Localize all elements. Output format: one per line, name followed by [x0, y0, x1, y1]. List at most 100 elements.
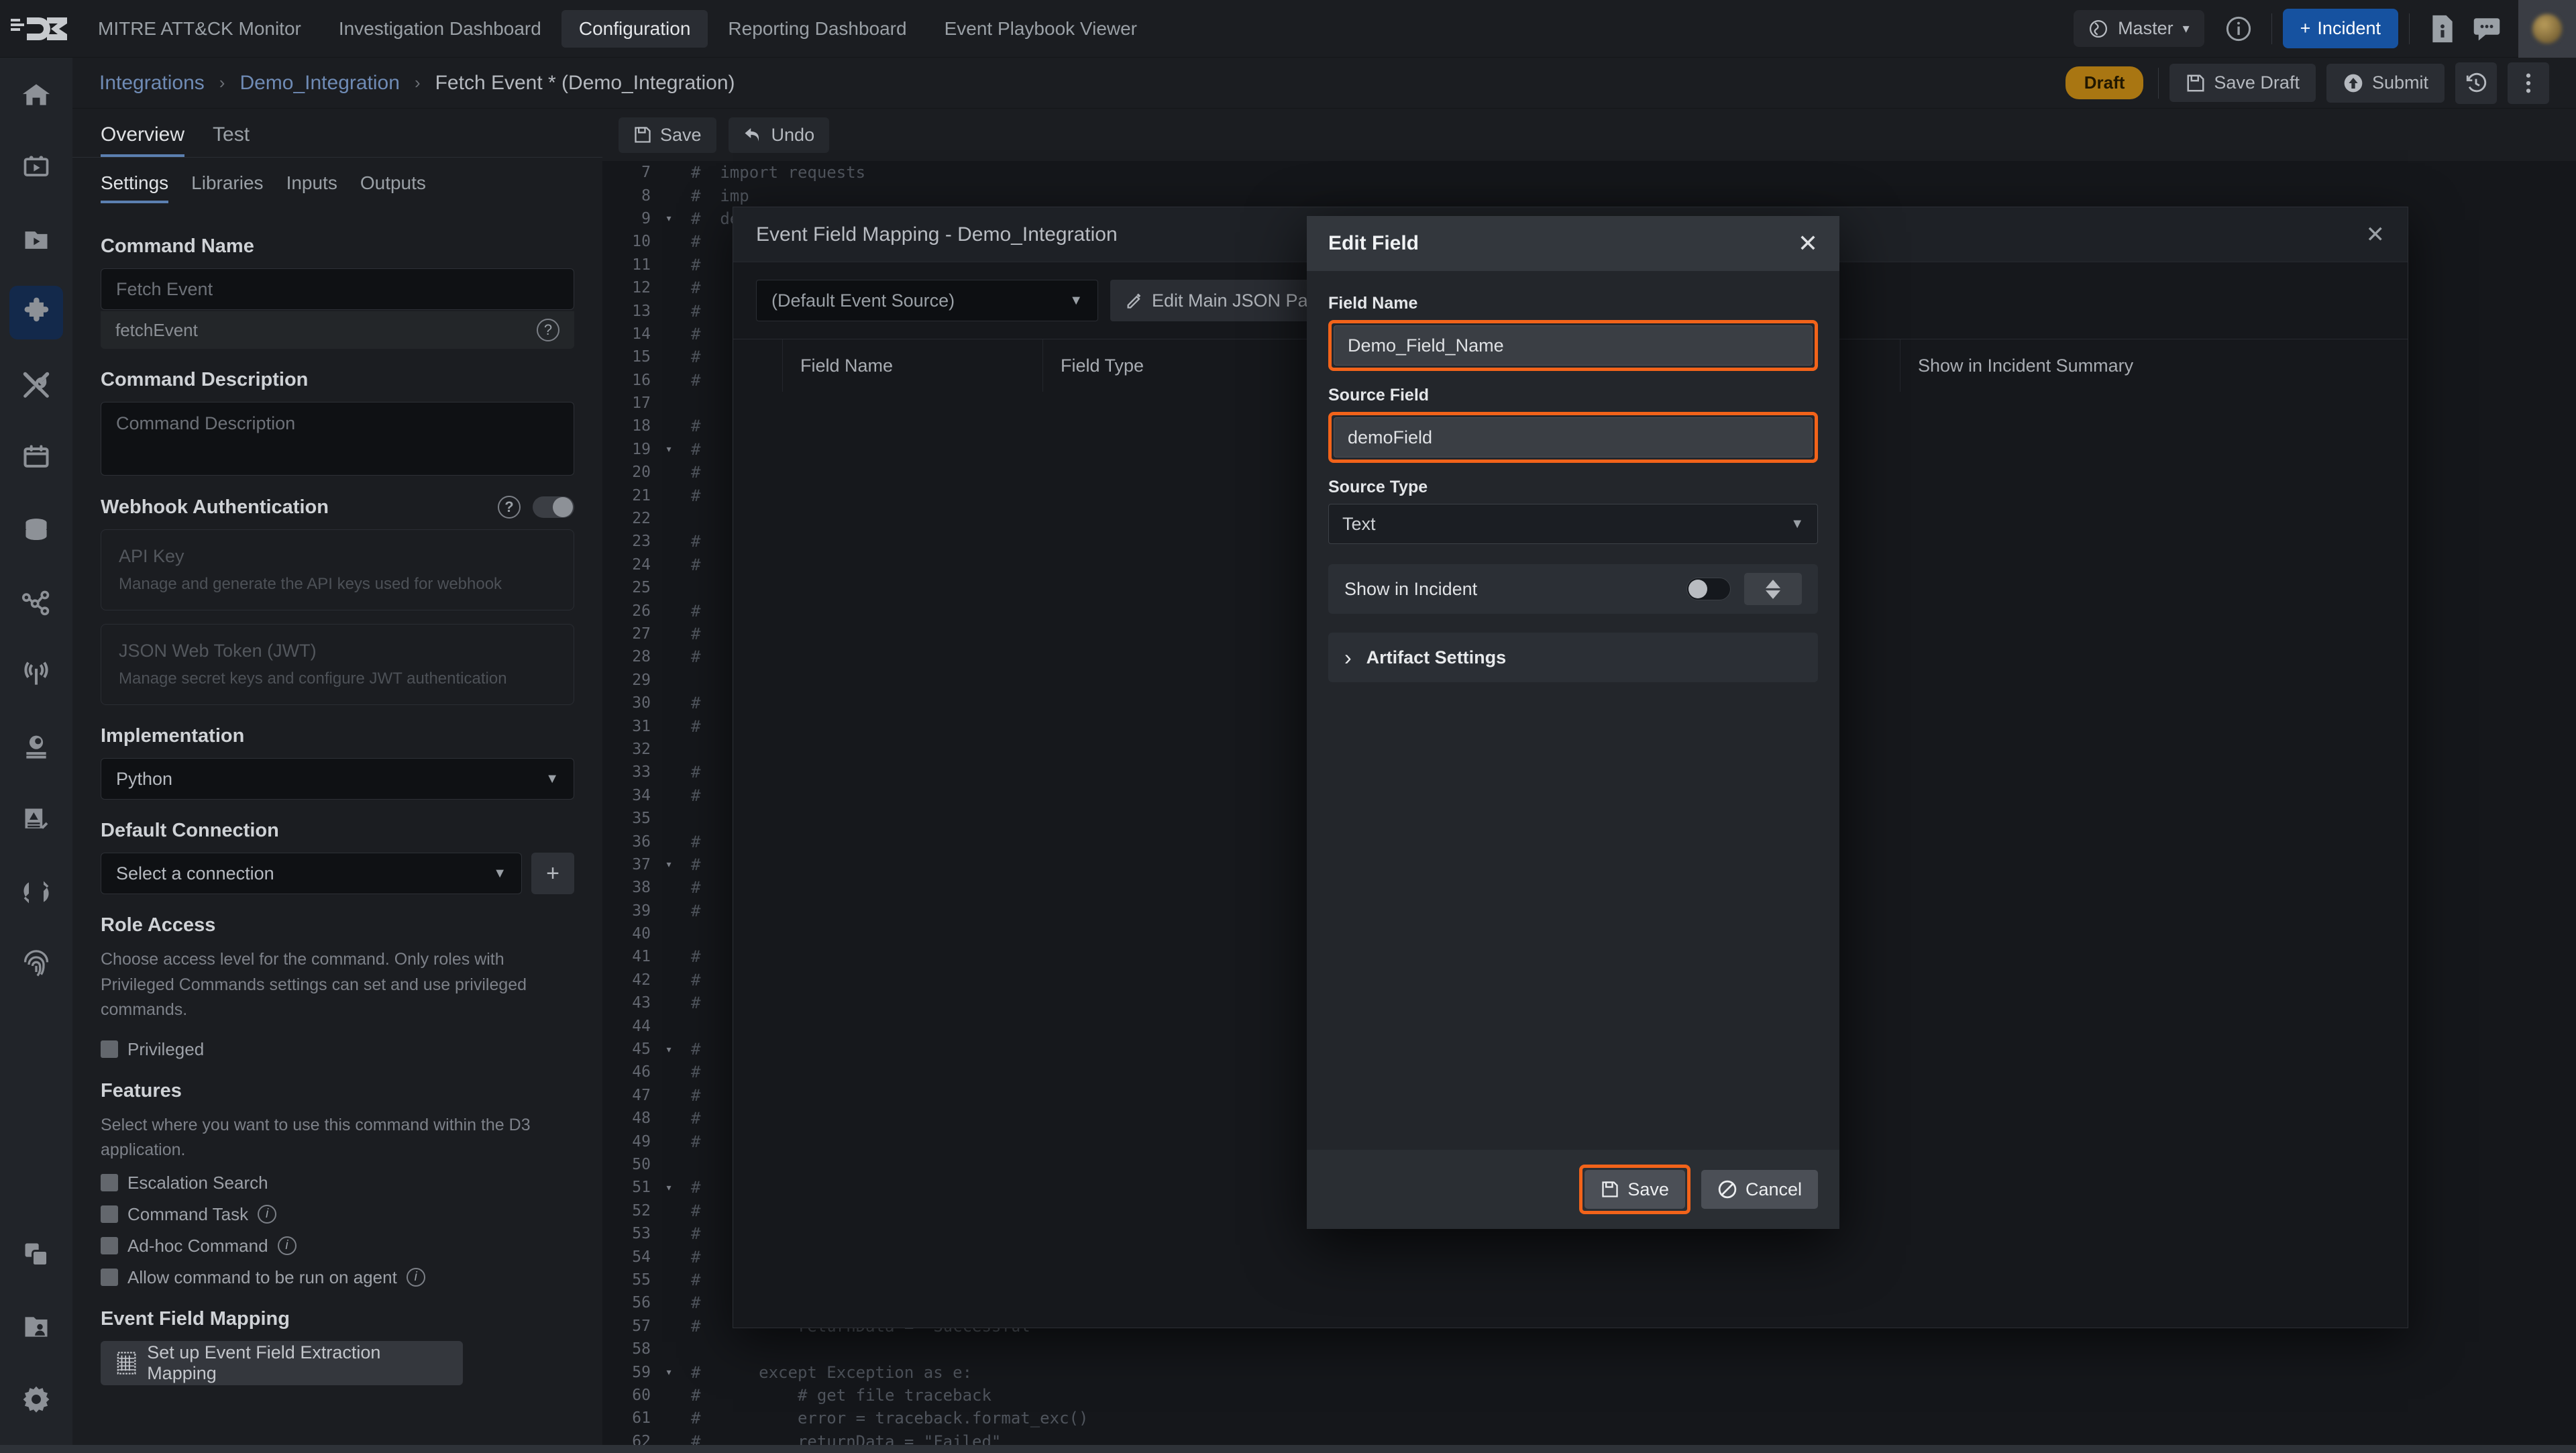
user-folder-icon[interactable]	[9, 1300, 63, 1354]
code-line[interactable]: 58	[602, 1338, 2576, 1360]
breadcrumb-demo-integration[interactable]: Demo_Integration	[239, 72, 399, 95]
info-icon[interactable]: i	[407, 1268, 425, 1287]
tab-overview[interactable]: Overview	[101, 123, 184, 157]
setup-event-field-extraction-mapping-button[interactable]: Set up Event Field Extraction Mapping	[101, 1341, 463, 1385]
show-in-incident-toggle[interactable]	[1686, 578, 1731, 600]
save-draft-button[interactable]: Save Draft	[2169, 64, 2316, 102]
playbook-icon[interactable]	[9, 141, 63, 195]
gear-icon[interactable]	[9, 1373, 63, 1426]
tab-libraries[interactable]: Libraries	[191, 172, 263, 203]
privileged-checkbox[interactable]	[101, 1040, 118, 1058]
tab-test[interactable]: Test	[213, 123, 250, 157]
share-nodes-icon[interactable]	[9, 576, 63, 629]
fold-toggle-icon[interactable]: ▾	[660, 1181, 678, 1195]
d3-logo-icon[interactable]	[0, 16, 80, 42]
nav-investigation-dashboard[interactable]: Investigation Dashboard	[321, 10, 559, 48]
command-task-checkbox[interactable]	[101, 1205, 118, 1223]
tools-icon[interactable]	[9, 358, 63, 412]
command-name-input[interactable]: Fetch Event	[101, 268, 574, 310]
code-line[interactable]: 61# error = traceback.format_exc()	[602, 1407, 2576, 1430]
help-icon[interactable]: ?	[537, 319, 559, 341]
table-col-field-name[interactable]: Field Name	[783, 339, 1043, 392]
editor-save-button[interactable]: Save	[619, 117, 716, 153]
info-icon[interactable]: i	[258, 1205, 276, 1224]
fold-toggle-icon[interactable]: ▾	[660, 211, 678, 225]
add-connection-button[interactable]: +	[531, 853, 574, 894]
close-icon[interactable]: ✕	[1798, 231, 1818, 256]
fold-toggle-icon[interactable]: ▾	[660, 1365, 678, 1379]
tab-inputs[interactable]: Inputs	[286, 172, 337, 203]
fold-toggle-icon[interactable]: ▾	[660, 442, 678, 456]
adhoc-command-checkbox[interactable]	[101, 1237, 118, 1254]
code-text: #	[678, 417, 700, 435]
avatar[interactable]	[2518, 0, 2576, 58]
edit-main-json-path-button[interactable]: Edit Main JSON Path	[1110, 280, 1338, 321]
source-type-select[interactable]: Text ▼	[1328, 504, 1818, 544]
implementation-select[interactable]: Python ▼	[101, 758, 574, 800]
database-icon[interactable]	[9, 503, 63, 557]
feature-command-task-row[interactable]: Command Task i	[101, 1204, 574, 1225]
breadcrumb-integrations[interactable]: Integrations	[99, 72, 205, 95]
nav-mitre-attack-monitor[interactable]: MITRE ATT&CK Monitor	[80, 10, 319, 48]
save-button-highlight: Save	[1579, 1165, 1690, 1214]
video-library-icon[interactable]	[9, 213, 63, 267]
api-key-card[interactable]: API Key Manage and generate the API keys…	[101, 529, 574, 610]
feature-run-on-agent-row[interactable]: Allow command to be run on agent i	[101, 1267, 574, 1288]
documentation-icon[interactable]	[2420, 7, 2465, 51]
add-incident-button[interactable]: + Incident	[2283, 9, 2398, 48]
event-source-select[interactable]: (Default Event Source) ▼	[756, 280, 1098, 321]
integrations-puzzle-icon[interactable]	[9, 286, 63, 339]
nav-reporting-dashboard[interactable]: Reporting Dashboard	[710, 10, 924, 48]
help-icon[interactable]: ?	[498, 496, 521, 519]
webhook-auth-toggle[interactable]	[533, 496, 574, 518]
copy-icon[interactable]	[9, 1228, 63, 1281]
save-button[interactable]: Save	[1585, 1170, 1685, 1209]
fold-toggle-icon[interactable]: ▾	[660, 1042, 678, 1057]
globe-report-icon[interactable]	[9, 720, 63, 774]
jwt-card[interactable]: JSON Web Token (JWT) Manage secret keys …	[101, 624, 574, 705]
info-icon[interactable]: i	[278, 1236, 297, 1255]
field-name-input[interactable]: Demo_Field_Name	[1334, 325, 1813, 366]
escalation-search-checkbox[interactable]	[101, 1174, 118, 1191]
code-line[interactable]: 59▾# except Exception as e:	[602, 1360, 2576, 1383]
cancel-button[interactable]: Cancel	[1701, 1170, 1818, 1209]
artifact-settings-accordion[interactable]: › Artifact Settings	[1328, 633, 1818, 682]
privileged-checkbox-row[interactable]: Privileged	[101, 1039, 574, 1060]
code-line[interactable]: 60# # get file traceback	[602, 1384, 2576, 1407]
show-in-incident-stepper[interactable]	[1744, 573, 1802, 605]
default-connection-select[interactable]: Select a connection ▼	[101, 853, 522, 894]
command-key-row[interactable]: fetchEvent ?	[101, 311, 574, 349]
close-icon[interactable]: ✕	[2366, 221, 2385, 248]
line-number: 50	[602, 1156, 660, 1173]
broadcast-icon[interactable]	[9, 648, 63, 702]
code-line[interactable]: 7# import requests	[602, 161, 2576, 184]
left-icon-rail	[0, 58, 72, 1453]
tenant-selector[interactable]: Master ▾	[2074, 10, 2204, 47]
tab-outputs[interactable]: Outputs	[360, 172, 426, 203]
nav-event-playbook-viewer[interactable]: Event Playbook Viewer	[927, 10, 1155, 48]
code-line[interactable]: 8# imp	[602, 184, 2576, 207]
editor-undo-button[interactable]: Undo	[729, 117, 830, 153]
chat-icon[interactable]	[2465, 7, 2509, 51]
command-description-input[interactable]: Command Description	[101, 402, 574, 476]
table-col-field-type[interactable]: Field Type	[1043, 339, 1320, 392]
fingerprint-icon[interactable]	[9, 938, 63, 991]
feature-adhoc-command-row[interactable]: Ad-hoc Command i	[101, 1236, 574, 1256]
history-clock-icon[interactable]	[2455, 62, 2497, 104]
info-icon[interactable]	[2216, 7, 2261, 51]
fold-toggle-icon[interactable]: ▾	[660, 857, 678, 871]
submit-button[interactable]: Submit	[2326, 64, 2445, 103]
run-on-agent-checkbox[interactable]	[101, 1269, 118, 1286]
tab-settings[interactable]: Settings	[101, 172, 168, 203]
feature-escalation-search-row[interactable]: Escalation Search	[101, 1173, 574, 1193]
submit-upload-icon	[2343, 72, 2364, 94]
nav-configuration[interactable]: Configuration	[561, 10, 708, 48]
source-field-input[interactable]: demoField	[1334, 417, 1813, 458]
incident-report-icon[interactable]	[9, 793, 63, 847]
calendar-icon[interactable]	[9, 431, 63, 484]
home-icon[interactable]	[9, 68, 63, 122]
sync-icon[interactable]	[9, 865, 63, 919]
line-number: 60	[602, 1387, 660, 1404]
table-col-show-in-incident-summary[interactable]: Show in Incident Summary	[1900, 339, 2236, 392]
more-vertical-icon[interactable]	[2508, 62, 2549, 104]
